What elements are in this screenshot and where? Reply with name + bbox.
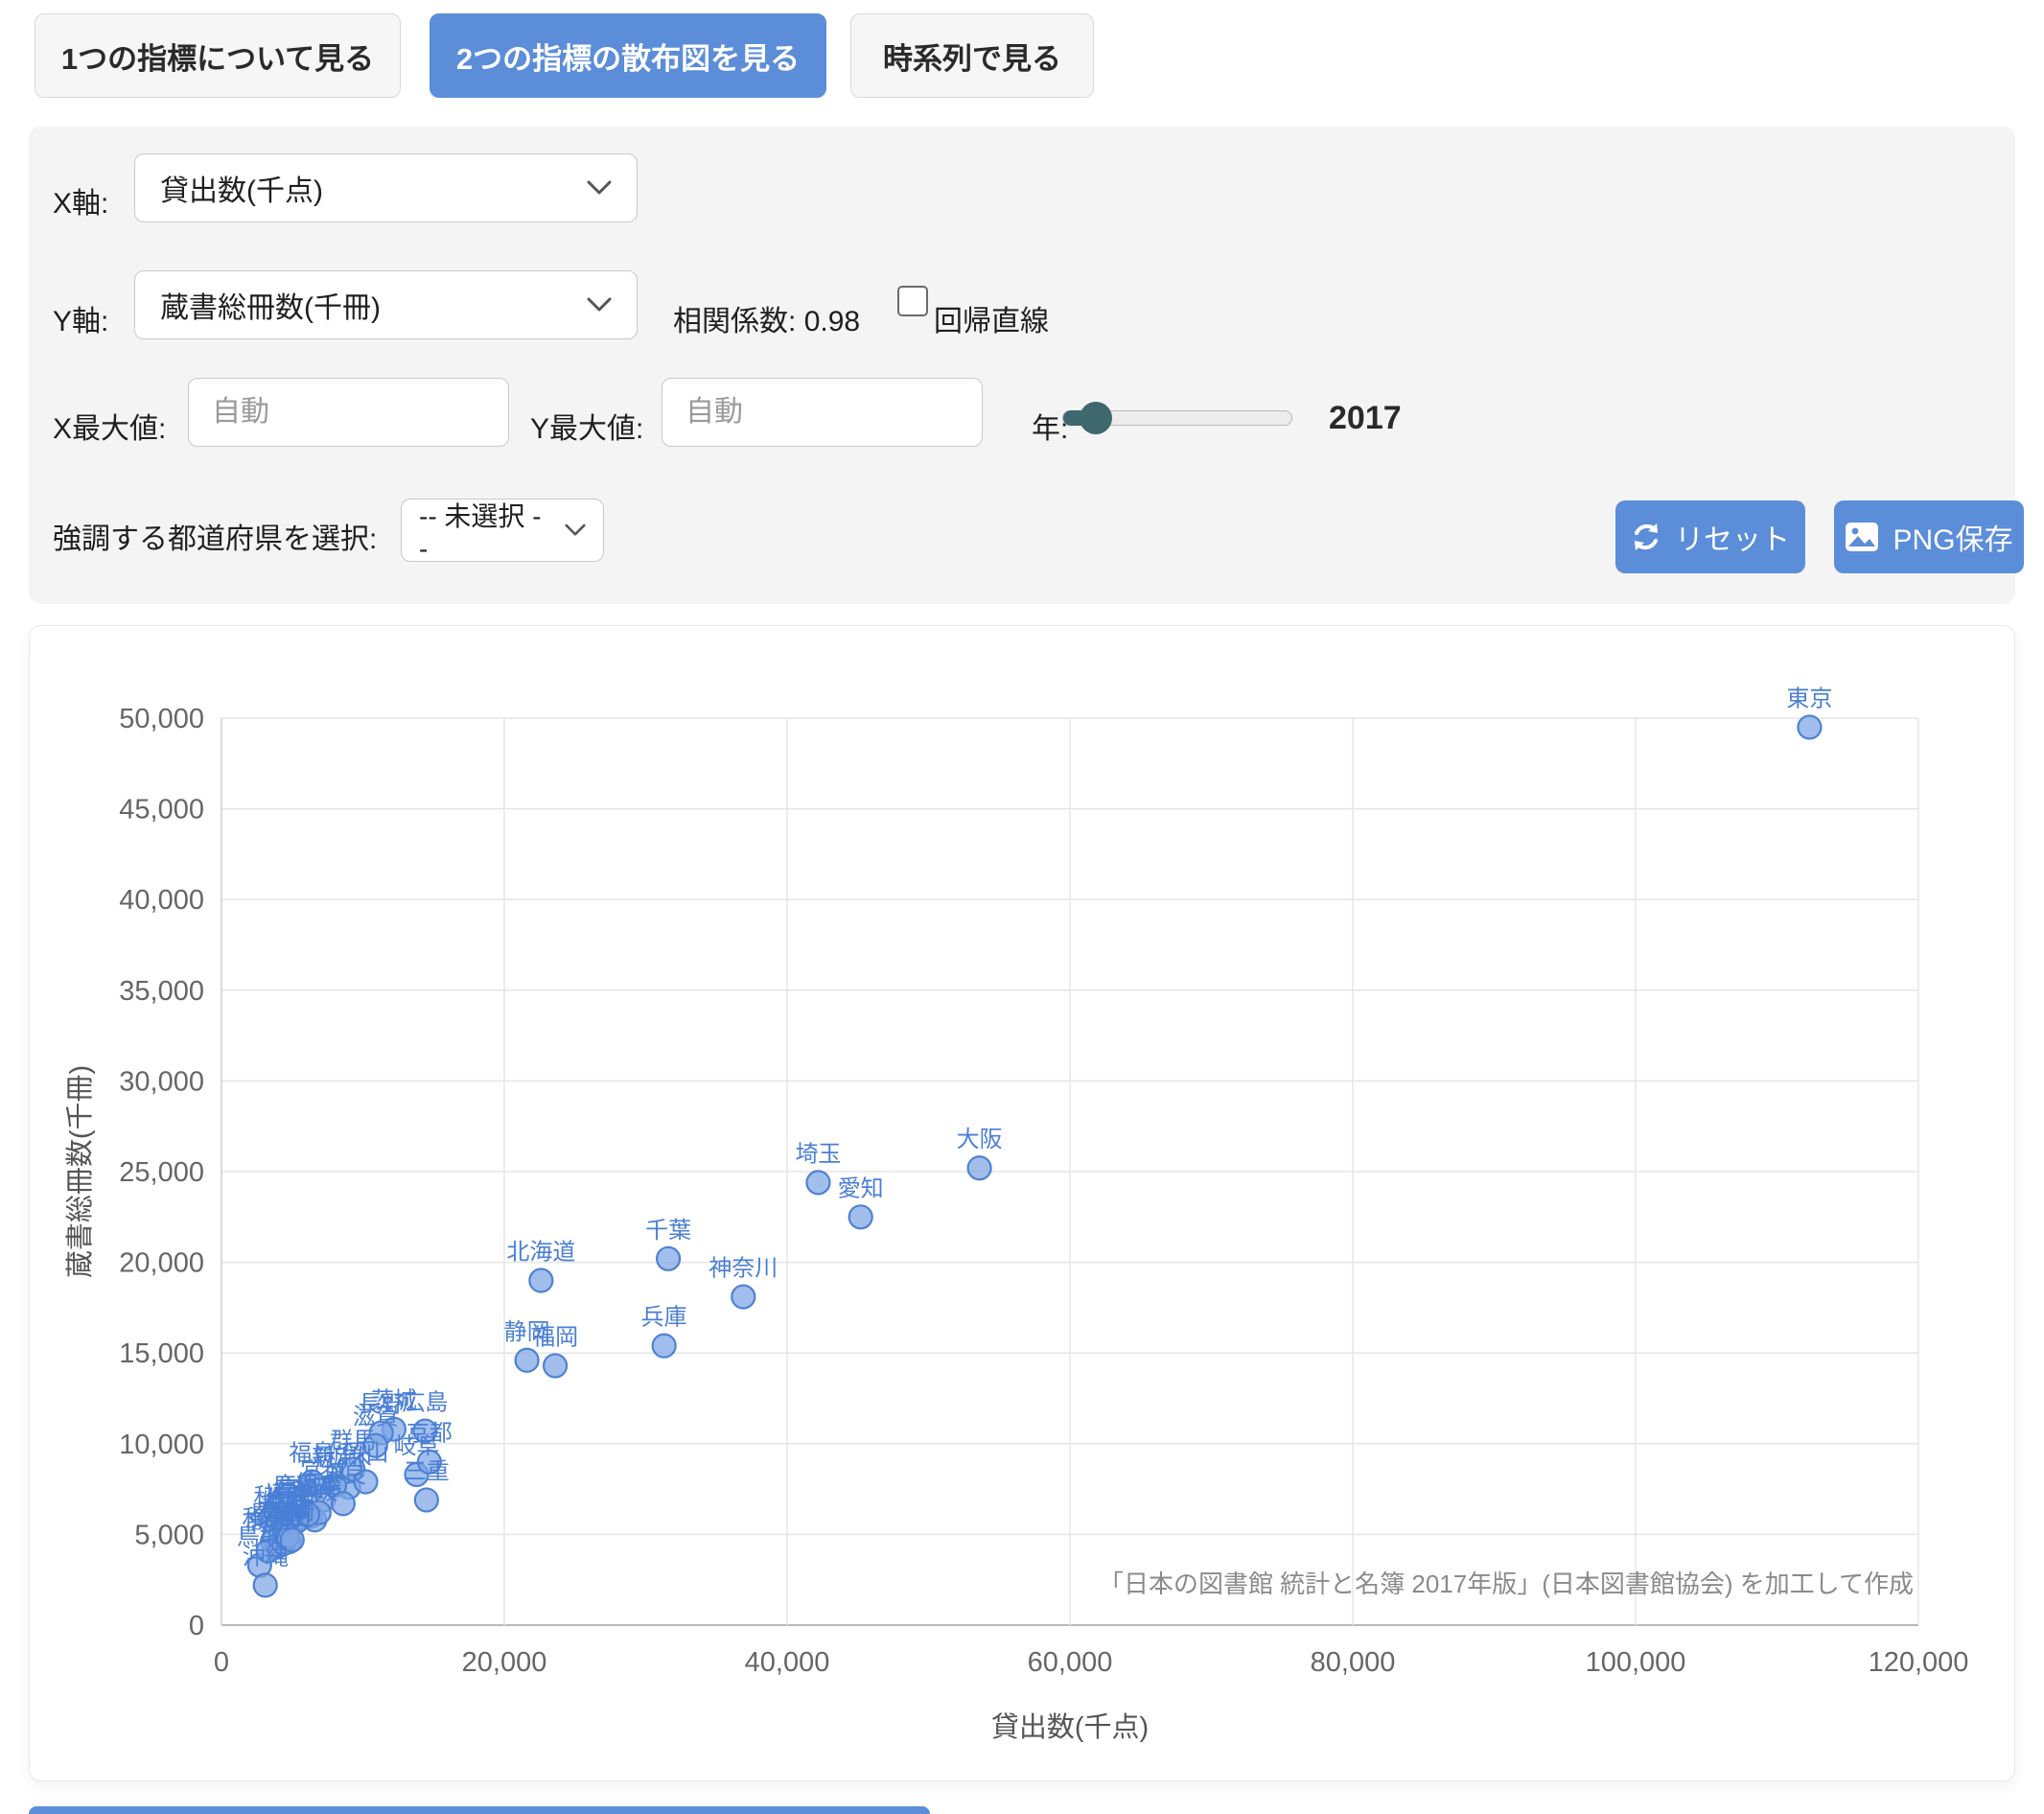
reset-button[interactable]: リセット [1615, 500, 1805, 573]
control-panel: X軸: 貸出数(千点) Y軸: 蔵書総冊数(千冊) 相関係数: 0.98 回帰直… [29, 127, 2015, 604]
y-axis-select[interactable]: 蔵書総冊数(千冊) [134, 270, 638, 339]
data-point-三重 [415, 1488, 438, 1511]
y-tick-label: 15,000 [119, 1338, 204, 1369]
data-point-label: 福岡 [532, 1324, 578, 1350]
data-point-label: 鹿児島 [273, 1474, 342, 1500]
x-tick-label: 60,000 [1028, 1647, 1113, 1678]
y-tick-label: 0 [189, 1611, 204, 1641]
data-point-label: 岡山 [342, 1441, 388, 1467]
partially-visible-section-edge [29, 1806, 930, 1814]
scatter-plot-svg: 0 5,000 10,000 15,000 20,000 25,000 30,000 35,0… [30, 626, 2014, 1780]
chevron-down-icon [565, 523, 586, 537]
highlight-prefecture-select[interactable]: -- 未選択 -- [401, 499, 604, 562]
y-tick-label: 45,000 [119, 795, 204, 826]
year-value: 2017 [1329, 400, 1402, 437]
x-tick-label: 0 [214, 1647, 229, 1678]
data-point-label: 三重 [404, 1458, 450, 1484]
x-axis-select[interactable]: 貸出数(千点) [134, 153, 638, 222]
tab-scatter[interactable]: 2つの指標の散布図を見る [430, 13, 826, 98]
x-axis-title: 貸出数(千点) [991, 1711, 1149, 1743]
regression-line-label: 回帰直線 [934, 297, 1049, 339]
x-tick-label: 20,000 [462, 1647, 547, 1678]
chevron-down-icon [587, 180, 612, 196]
y-tick-label: 5,000 [134, 1520, 204, 1550]
data-point-東京 [1798, 715, 1821, 738]
y-tick-label: 25,000 [119, 1157, 204, 1188]
data-point-愛知 [849, 1205, 872, 1228]
data-point-静岡 [516, 1349, 539, 1372]
x-tick-label: 100,000 [1586, 1647, 1686, 1678]
data-point-沖縄 [254, 1573, 277, 1596]
data-point-label: 東京 [1786, 686, 1832, 711]
year-slider-thumb[interactable] [1080, 402, 1112, 434]
data-point-神奈川 [732, 1286, 755, 1309]
data-point-埼玉 [806, 1171, 829, 1194]
png-save-button[interactable]: PNG保存 [1834, 500, 2024, 573]
data-point-label: 千葉 [645, 1218, 691, 1244]
data-point-福岡 [544, 1354, 567, 1377]
x-tick-label: 40,000 [745, 1647, 830, 1678]
data-point-label: 京都 [406, 1421, 453, 1447]
data-point-label: 神奈川 [708, 1256, 778, 1282]
y-tick-label: 20,000 [119, 1248, 204, 1279]
data-point-label: 兵庫 [641, 1305, 687, 1331]
image-icon [1845, 522, 1879, 552]
x-max-label: X最大値: [53, 405, 166, 447]
y-max-input[interactable] [662, 378, 983, 447]
x-max-input[interactable] [188, 378, 509, 447]
year-label: 年: [1032, 405, 1068, 447]
highlight-prefecture-label: 強調する都道府県を選択: [53, 515, 377, 557]
data-point-label: 埼玉 [795, 1141, 841, 1167]
data-point-label: 北海道 [506, 1240, 575, 1266]
source-note: 「日本の図書館 統計と名簿 2017年版」(日本図書館協会) を加工して作成 [1099, 1570, 1914, 1598]
highlight-prefecture-value: -- 未選択 -- [419, 496, 549, 565]
correlation-coefficient: 相関係数: 0.98 [673, 297, 860, 339]
data-point-大阪 [968, 1156, 991, 1179]
y-axis-label: Y軸: [53, 297, 108, 339]
x-axis-label: X軸: [53, 179, 108, 221]
x-tick-label: 80,000 [1311, 1647, 1396, 1678]
chevron-down-icon [587, 297, 612, 313]
data-point-label: 大阪 [957, 1127, 1003, 1152]
y-tick-label: 40,000 [119, 885, 204, 916]
data-point-label: 愛知 [838, 1175, 884, 1201]
data-point-北海道 [529, 1269, 552, 1292]
data-point-label: 沖縄 [243, 1544, 289, 1570]
y-tick-label: 35,000 [119, 976, 204, 1007]
y-tick-label: 50,000 [119, 704, 204, 734]
x-tick-label: 120,000 [1869, 1647, 1969, 1678]
data-point-label: 滋賀 [353, 1405, 399, 1430]
data-point-label: 広島 [402, 1390, 448, 1416]
y-max-label: Y最大値: [530, 405, 643, 447]
data-point-兵庫 [653, 1335, 676, 1358]
regression-line-checkbox[interactable] [897, 286, 928, 316]
y-axis-select-value: 蔵書総冊数(千冊) [160, 284, 381, 326]
y-tick-label: 10,000 [119, 1430, 204, 1460]
scatter-chart-card: 0 5,000 10,000 15,000 20,000 25,000 30,000 35,0… [29, 625, 2015, 1781]
data-point-label: 宮崎 [269, 1499, 315, 1524]
tab-timeseries[interactable]: 時系列で見る [850, 13, 1094, 98]
x-axis-select-value: 貸出数(千点) [160, 167, 323, 209]
y-tick-label: 30,000 [119, 1066, 204, 1097]
y-axis-title: 蔵書総冊数(千冊) [64, 1065, 96, 1278]
refresh-icon [1631, 522, 1661, 552]
data-point-千葉 [657, 1247, 680, 1270]
tab-single-indicator[interactable]: 1つの指標について見る [35, 13, 401, 98]
